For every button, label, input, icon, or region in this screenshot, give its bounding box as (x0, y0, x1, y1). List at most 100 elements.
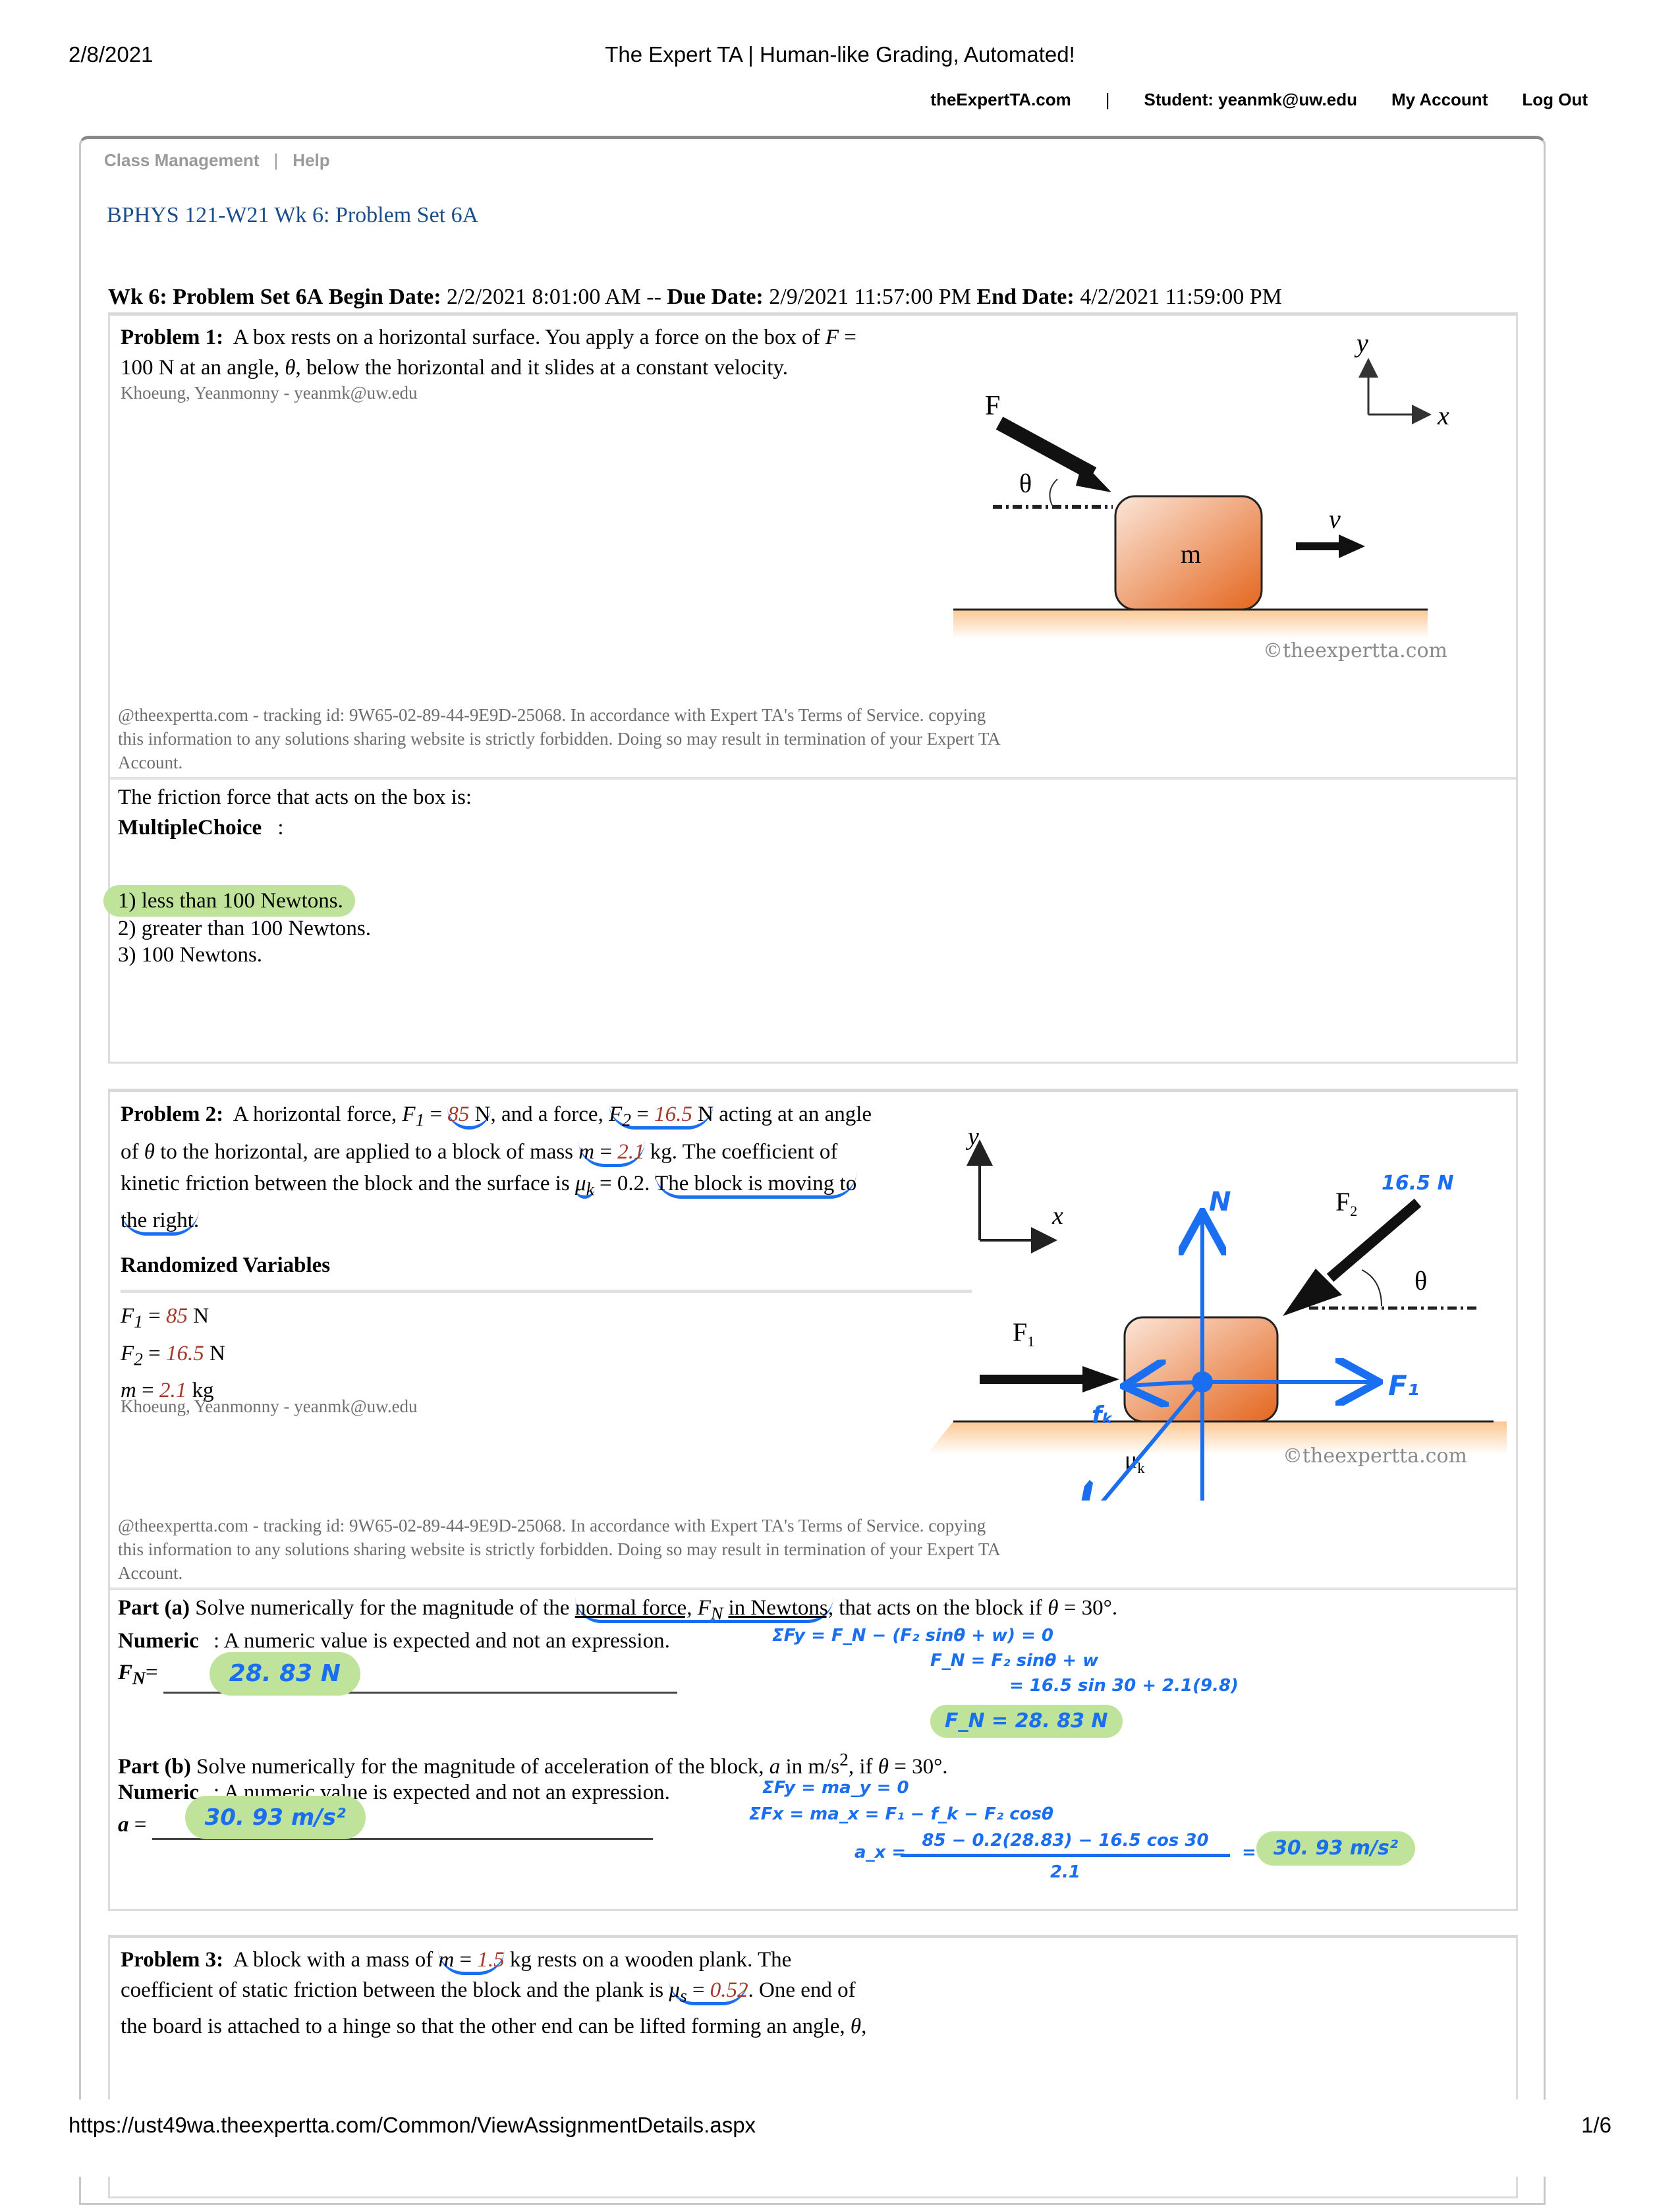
end-date: 4/2/2021 11:59:00 PM (1080, 285, 1282, 309)
sub-nav: Class Management | Help (104, 150, 330, 171)
randomized-divider (121, 1290, 972, 1293)
problem-text: A block with a mass of (233, 1948, 434, 1972)
F2-label: F2 (1335, 1187, 1357, 1219)
date-dash: -- (646, 285, 661, 309)
answer-symbol: a (118, 1813, 129, 1837)
work-line: a_x = (854, 1843, 907, 1862)
legal-notice: @theexpertta.com - tracking id: 9W65-02-… (118, 1516, 1000, 1583)
log-out-link[interactable]: Log Out (1522, 90, 1588, 110)
theta-symbol: θ (1048, 1596, 1059, 1620)
problem-text: to the horizontal, are applied to a bloc… (160, 1139, 574, 1164)
option-2[interactable]: 2) greater than 100 Newtons. (118, 915, 371, 942)
randomized-variables-heading: Randomized Variables (121, 1253, 331, 1277)
problem-text: . One end of (748, 1978, 856, 2002)
sub-nav-separator: | (273, 150, 279, 170)
work-line: = (1242, 1843, 1256, 1862)
part-b-answer: 30. 93 m/s² (184, 1796, 366, 1839)
work-line: ΣFx = ma_x = F₁ − f_k − F₂ cosθ (749, 1804, 1053, 1824)
part-a-work: ΣFy = F_N − (F₂ sinθ + w) = 0 F_N = F₂ s… (772, 1623, 1239, 1738)
F2-value: 16.5 (654, 1102, 692, 1126)
mu-symbol: μ (575, 1171, 586, 1195)
x-axis-label: x (1051, 1202, 1063, 1230)
author-line: Khoeung, Yeanmonny - yeanmk@uw.edu (121, 1396, 418, 1416)
theta-symbol: θ (850, 2014, 862, 2038)
option-1-selected[interactable]: 1) less than 100 Newtons. (103, 885, 355, 917)
numeric-description: : A numeric value is expected and not an… (213, 1629, 670, 1653)
F1-value: 85 (447, 1102, 470, 1126)
randomized-variable: F2 = 16.5 N (121, 1341, 225, 1369)
problem-2-card: Problem 2: A horizontal force, F1 = 85 N… (108, 1089, 1518, 1911)
F1-arrowhead (1082, 1366, 1119, 1392)
problem-text: kg. The coefficient of (650, 1139, 838, 1164)
numeric-label: Numeric (118, 1629, 199, 1653)
begin-date-label: Begin Date: (328, 285, 441, 309)
part-a-type: Numeric : A numeric value is expected an… (118, 1626, 670, 1656)
question-type-label: MultipleChoice (118, 816, 262, 840)
section-divider (110, 777, 1516, 780)
randomized-variables-list: F1 = 85 N F2 = 16.5 N m = 2.1 kg (121, 1300, 225, 1406)
center-of-mass-dot (1192, 1371, 1213, 1392)
theta-symbol: θ (144, 1139, 155, 1164)
mass-label: m (1181, 539, 1201, 569)
problem-text: the board is attached to a hinge so that… (121, 2014, 845, 2038)
force-symbol: F (825, 326, 839, 349)
print-page-number: 1/6 (1581, 2113, 1611, 2137)
mu-subscript: k (586, 1178, 594, 1199)
annotation-F2-value: 16.5 N (1382, 1172, 1454, 1195)
x-axis-label: x (1437, 401, 1449, 430)
problem-text: , below the horizontal and it slides at … (295, 356, 788, 380)
fraction-numerator: 85 − 0.2(28.83) − 16.5 cos 30 (901, 1827, 1230, 1857)
F1-label: F1 (1013, 1317, 1034, 1350)
part-b-work: ΣFy = ma_y = 0 ΣFx = ma_x = F₁ − f_k − F… (749, 1775, 1500, 1887)
theta-symbol: θ (285, 356, 296, 380)
problem-text: 100 N at an angle, (121, 356, 280, 380)
question-text: that acts on the block if (839, 1596, 1043, 1620)
student-account-label: Student: yeanmk@uw.edu (1144, 90, 1357, 109)
assignment-dates: Wk 6: Problem Set 6A Begin Date: 2/2/202… (108, 285, 1282, 310)
work-line: = 16.5 sin 30 + 2.1(9.8) (1009, 1676, 1239, 1696)
figure-copyright: ©theexpertta.com (1283, 1445, 1467, 1468)
y-axis-label: y (1354, 328, 1368, 358)
problem-3-label: Problem 3: (121, 1948, 224, 1972)
assignment-name: Wk 6: Problem Set 6A (108, 285, 323, 309)
theta-label: θ (1414, 1266, 1427, 1296)
problem-2-label: Problem 2: (121, 1102, 224, 1126)
legal-notice: @theexpertta.com - tracking id: 9W65-02-… (118, 705, 1000, 772)
equals: = (844, 326, 856, 349)
angle-arc (1049, 478, 1058, 506)
axes-icon (1358, 358, 1432, 424)
option-3[interactable]: 3) 100 Newtons. (118, 942, 371, 968)
part-b-answer-field[interactable]: 30. 93 m/s² (152, 1796, 653, 1840)
class-management-link[interactable]: Class Management (104, 150, 260, 170)
problem-text: kg rests on a wooden plank. The (509, 1948, 792, 1972)
y-axis-label: y (965, 1131, 979, 1151)
problem-text: kinetic friction between the block and t… (121, 1171, 570, 1195)
equals: = (636, 1102, 649, 1126)
part-b-label: Part (b) (118, 1755, 191, 1779)
site-link[interactable]: theExpertTA.com (930, 90, 1071, 110)
due-date: 2/9/2021 11:57:00 PM (769, 285, 971, 309)
problem-1-card: Problem 1: A box rests on a horizontal s… (103, 312, 1518, 1064)
my-account-link[interactable]: My Account (1391, 90, 1488, 110)
problem-text: of (121, 1139, 139, 1164)
type-colon: : (277, 816, 284, 840)
multiple-choice-options: 1) less than 100 Newtons. 2) greater tha… (103, 885, 371, 968)
force-arrow-shaft (995, 416, 1097, 480)
work-result: 30. 93 m/s² (1256, 1831, 1415, 1866)
part-a-answer: 28. 83 N (209, 1651, 360, 1696)
part-a-label: Part (a) (118, 1596, 190, 1620)
course-title: BPHYS 121-W21 Wk 6: Problem Set 6A (107, 203, 479, 227)
part-b-answer-row: a = 30. 93 m/s² (118, 1796, 653, 1840)
part-a-answer-field[interactable]: 28. 83 N (163, 1651, 677, 1696)
problem-2-statement: Problem 2: A horizontal force, F1 = 85 N… (121, 1099, 1043, 1236)
help-link[interactable]: Help (293, 150, 329, 170)
mass-symbol: m (438, 1948, 455, 1972)
velocity-label: v (1329, 504, 1341, 534)
part-a-answer-row: FN= 28. 83 N (118, 1651, 677, 1696)
F1-subscript: 1 (415, 1109, 425, 1130)
problem-1-statement: Problem 1: A box rests on a horizontal s… (121, 322, 1017, 383)
mu-value: = 0.2. (600, 1171, 650, 1195)
question-text: The friction force that acts on the box … (118, 786, 472, 809)
mu-value: 0.52 (710, 1978, 748, 2002)
print-page-title: The Expert TA | Human-like Grading, Auto… (605, 42, 1075, 67)
